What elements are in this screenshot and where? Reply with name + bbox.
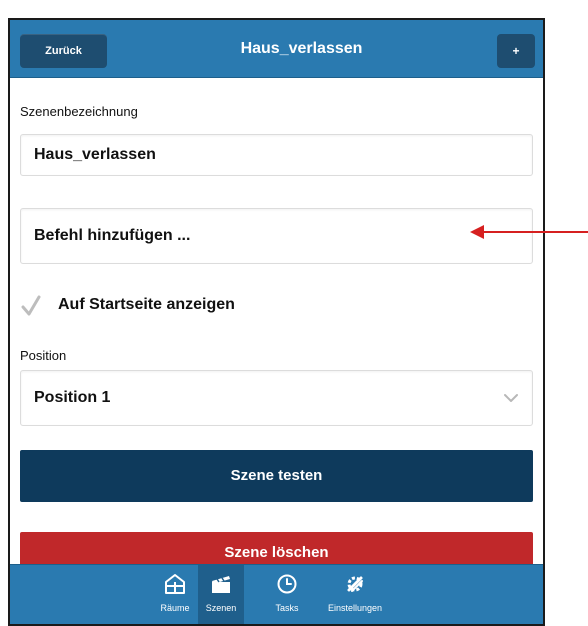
add-button[interactable]: + xyxy=(497,34,535,68)
nav-label-settings: Einstellungen xyxy=(327,603,383,613)
chevron-down-icon xyxy=(504,394,518,402)
position-select-value: Position 1 xyxy=(34,389,111,406)
rooms-icon xyxy=(165,574,185,594)
position-select[interactable]: Position 1 xyxy=(20,370,533,426)
clapperboard-icon xyxy=(212,576,230,593)
app-frame: Zurück Haus_verlassen + Szenenbezeichnun… xyxy=(8,18,545,626)
position-label: Position xyxy=(20,348,67,363)
bottom-nav: Räume Szenen Tasks Einstellungen xyxy=(10,564,543,624)
add-command-field[interactable]: Befehl hinzufügen ... xyxy=(20,208,533,264)
nav-item-rooms[interactable]: Räume xyxy=(152,565,198,624)
page-title: Haus_verlassen xyxy=(240,40,363,57)
nav-item-tasks[interactable]: Tasks xyxy=(264,565,310,624)
checkmark-icon xyxy=(21,295,41,316)
clock-icon xyxy=(277,574,297,594)
back-button[interactable]: Zurück xyxy=(20,34,107,68)
nav-item-settings[interactable]: Einstellungen xyxy=(328,565,382,624)
annotation-arrow-icon xyxy=(470,225,588,239)
show-on-start-checkbox[interactable]: Auf Startseite anzeigen xyxy=(20,292,420,322)
header-bar: Zurück Haus_verlassen + xyxy=(10,20,543,78)
test-scene-button[interactable]: Szene testen xyxy=(20,450,533,502)
settings-icon xyxy=(347,576,363,592)
scene-name-field[interactable]: Haus_verlassen xyxy=(20,134,533,176)
scene-name-label: Szenenbezeichnung xyxy=(20,104,138,119)
nav-item-scenes[interactable]: Szenen xyxy=(198,565,244,624)
show-on-start-label: Auf Startseite anzeigen xyxy=(58,296,235,313)
